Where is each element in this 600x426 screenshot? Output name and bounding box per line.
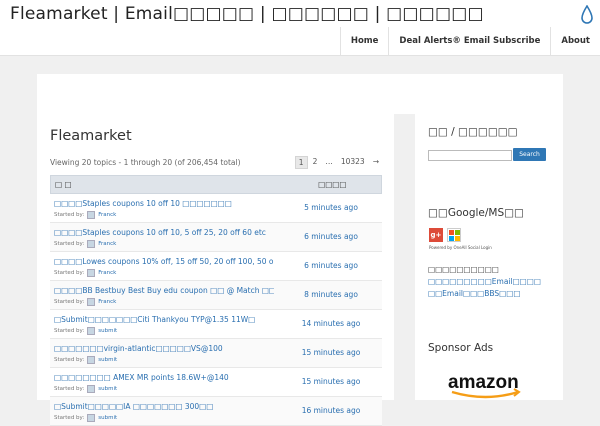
sidebar: □□ / □□□□□□ Search □□Google/MS□□ g+ Powe…: [415, 114, 563, 400]
avatar-icon: [87, 327, 96, 335]
main-nav: Home Deal Alerts® Email Subscribe About: [339, 27, 600, 55]
nav-home[interactable]: Home: [339, 27, 389, 55]
topics-table: □ □ □□□□ □□□□Staples coupons 10 off 10 □…: [50, 175, 382, 426]
started-by-label: Started by:: [54, 212, 85, 218]
topic-freshness[interactable]: 16 minutes ago: [282, 406, 380, 415]
topic-meta: Started by: Franck: [54, 298, 116, 306]
search-widget-title: □□ / □□□□□□: [428, 126, 518, 138]
topic-freshness[interactable]: 8 minutes ago: [282, 290, 380, 299]
topic-meta: Started by: Franck: [54, 269, 116, 277]
topic-author[interactable]: submit: [98, 328, 117, 334]
sidebar-text-1: □□□□□□□□□□: [428, 265, 499, 274]
avatar-icon: [87, 356, 96, 364]
microsoft-icon[interactable]: [447, 228, 461, 242]
pagination: 1 2 … 10323 →: [294, 156, 382, 169]
banner-area: [37, 74, 563, 114]
started-by-label: Started by:: [54, 328, 85, 334]
viewing-count: Viewing 20 topics - 1 through 20 (of 206…: [50, 158, 241, 167]
nav-deal-alerts[interactable]: Deal Alerts® Email Subscribe: [388, 27, 550, 55]
main-content: Fleamarket Viewing 20 topics - 1 through…: [37, 114, 394, 426]
table-header: □ □ □□□□: [50, 175, 382, 194]
sidebar-link-bbs[interactable]: □□Email□□□BBS□□□: [428, 289, 520, 298]
topic-freshness[interactable]: 15 minutes ago: [282, 377, 380, 386]
topic-meta: Started by: submit: [54, 356, 117, 364]
amazon-logo-text: amazon: [448, 372, 519, 393]
topic-title[interactable]: □□□□□□□□ AMEX MR points 18.6W+@140: [54, 373, 274, 382]
site-title[interactable]: Fleamarket | Email□□□□□ | □□□□□□ | □□□□□…: [10, 4, 484, 24]
topic-title[interactable]: □□□□□□□virgin-atlantic□□□□□VS@100: [54, 344, 274, 353]
table-row: □Submit□□□□□IA □□□□□□□ 300□□ Started by:…: [50, 397, 382, 426]
topic-title[interactable]: □Submit□□□□□□□Citi Thankyou TYP@1.35 11W…: [54, 315, 274, 324]
table-row: □□□□Lowes coupons 10% off, 15 off 50, 20…: [50, 252, 382, 281]
topic-author[interactable]: submit: [98, 415, 117, 421]
topic-title[interactable]: □□□□Staples coupons 10 off 10 □□□□□□□: [54, 199, 274, 208]
water-drop-icon[interactable]: [580, 5, 594, 25]
started-by-label: Started by:: [54, 299, 85, 305]
search-button[interactable]: Search: [513, 148, 546, 161]
started-by-label: Started by:: [54, 415, 85, 421]
powered-by-text: Powered by OneAll Social Login: [429, 245, 492, 250]
topic-freshness[interactable]: 6 minutes ago: [282, 232, 380, 241]
table-row: □□□□Staples coupons 10 off 10, 5 off 25,…: [50, 223, 382, 252]
google-plus-icon[interactable]: g+: [429, 228, 443, 242]
avatar-icon: [87, 385, 96, 393]
started-by-label: Started by:: [54, 241, 85, 247]
avatar-icon: [87, 269, 96, 277]
topic-freshness[interactable]: 15 minutes ago: [282, 348, 380, 357]
topic-title[interactable]: □□□□Lowes coupons 10% off, 15 off 50, 20…: [54, 257, 274, 266]
topic-meta: Started by: submit: [54, 327, 117, 335]
started-by-label: Started by:: [54, 357, 85, 363]
topic-author[interactable]: submit: [98, 386, 117, 392]
avatar-icon: [87, 414, 96, 422]
topic-freshness[interactable]: 6 minutes ago: [282, 261, 380, 270]
topic-author[interactable]: submit: [98, 357, 117, 363]
sidebar-link-email[interactable]: □□□□□□□□□Email□□□□: [428, 277, 541, 286]
topic-author[interactable]: Franck: [98, 212, 116, 218]
topic-freshness[interactable]: 14 minutes ago: [282, 319, 380, 328]
search-input[interactable]: [428, 150, 512, 161]
page-1[interactable]: 1: [294, 156, 308, 169]
page-last[interactable]: 10323: [338, 156, 368, 169]
topic-meta: Started by: submit: [54, 385, 117, 393]
topic-author[interactable]: Franck: [98, 299, 116, 305]
topic-author[interactable]: Franck: [98, 270, 116, 276]
header-freshness: □□□□: [318, 180, 347, 189]
topic-meta: Started by: submit: [54, 414, 117, 422]
forum-title: Fleamarket: [50, 128, 132, 144]
amazon-logo-icon[interactable]: amazon: [448, 370, 528, 400]
page-2[interactable]: 2: [310, 156, 321, 169]
table-row: □Submit□□□□□□□Citi Thankyou TYP@1.35 11W…: [50, 310, 382, 339]
topic-title[interactable]: □□□□BB Bestbuy Best Buy edu coupon □□ @ …: [54, 286, 274, 295]
topic-title[interactable]: □□□□Staples coupons 10 off 10, 5 off 25,…: [54, 228, 274, 237]
avatar-icon: [87, 211, 96, 219]
topic-meta: Started by: Franck: [54, 240, 116, 248]
avatar-icon: [87, 298, 96, 306]
started-by-label: Started by:: [54, 270, 85, 276]
table-row: □□□□□□□virgin-atlantic□□□□□VS@100 Starte…: [50, 339, 382, 368]
site-header: Fleamarket | Email□□□□□ | □□□□□□ | □□□□□…: [0, 0, 600, 56]
page-next-arrow-icon[interactable]: →: [370, 156, 382, 169]
nav-about[interactable]: About: [550, 27, 600, 55]
sponsor-title: Sponsor Ads: [428, 342, 494, 354]
table-row: □□□□□□□□ AMEX MR points 18.6W+@140 Start…: [50, 368, 382, 397]
topic-meta: Started by: Franck: [54, 211, 116, 219]
table-row: □□□□Staples coupons 10 off 10 □□□□□□□ St…: [50, 194, 382, 223]
started-by-label: Started by:: [54, 386, 85, 392]
avatar-icon: [87, 240, 96, 248]
topic-author[interactable]: Franck: [98, 241, 116, 247]
table-row: □□□□BB Bestbuy Best Buy edu coupon □□ @ …: [50, 281, 382, 310]
topic-title[interactable]: □Submit□□□□□IA □□□□□□□ 300□□: [54, 402, 274, 411]
table-body: □□□□Staples coupons 10 off 10 □□□□□□□ St…: [50, 194, 382, 426]
login-widget-title: □□Google/MS□□: [428, 207, 524, 219]
topic-freshness[interactable]: 5 minutes ago: [282, 203, 380, 212]
header-topic: □ □: [55, 180, 72, 189]
page-ellipsis: …: [325, 157, 333, 166]
